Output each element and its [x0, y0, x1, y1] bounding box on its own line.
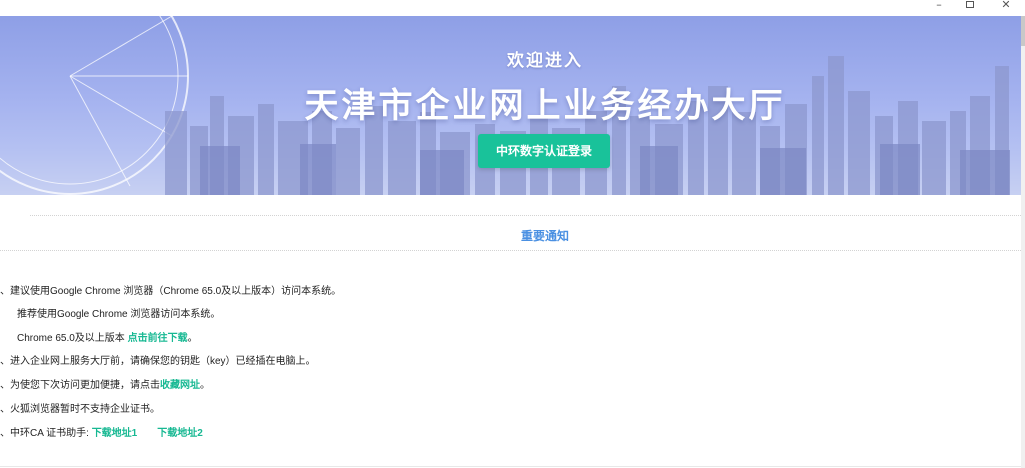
notice-item: 、为使您下次访问更加便捷，请点击收藏网址。 [0, 376, 210, 391]
notice-item: Chrome 65.0及以上版本 点击前往下载。 [17, 329, 198, 344]
welcome-heading: 欢迎进入 [507, 51, 583, 70]
digital-cert-login-button[interactable]: 中环数字认证登录 [478, 134, 610, 168]
maximize-icon[interactable] [956, 0, 984, 14]
download-link-2[interactable]: 下载地址2 [157, 428, 203, 439]
header-banner: 欢迎进入 天津市企业网上业务经办大厅 中环数字认证登录 [0, 16, 1021, 195]
notice-text: 、进入企业网上服务大厅前，请确保您的钥匙（key）已经插在电脑上。 [0, 356, 316, 367]
window-titlebar: – ✕ [0, 0, 1025, 16]
notice-item: 、建议使用Google Chrome 浏览器（Chrome 65.0及以上版本）… [0, 282, 341, 297]
minimize-icon[interactable]: – [925, 0, 953, 14]
bottom-divider [0, 466, 1021, 467]
notice-text: 。 [200, 380, 210, 391]
divider [30, 215, 1021, 216]
notice-text: 、建议使用Google Chrome 浏览器（Chrome 65.0及以上版本）… [0, 286, 342, 297]
close-icon[interactable]: ✕ [992, 0, 1020, 14]
notice-text: Chrome 65.0及以上版本 [17, 333, 128, 344]
notice-item: 、火狐浏览器暂时不支持企业证书。 [0, 400, 160, 415]
notice-item: 推荐使用Google Chrome 浏览器访问本系统。 [17, 305, 220, 320]
page-title: 天津市企业网上业务经办大厅 [304, 87, 786, 125]
notice-text: 。 [187, 333, 198, 344]
notice-title: 重要通知 [520, 229, 569, 243]
chrome-download-link[interactable]: 点击前往下载 [128, 333, 188, 344]
vertical-scrollbar-thumb[interactable] [1021, 16, 1025, 46]
notice-item: 、进入企业网上服务大厅前，请确保您的钥匙（key）已经插在电脑上。 [0, 352, 316, 367]
bookmark-link[interactable]: 收藏网址 [160, 380, 200, 391]
divider [0, 250, 1021, 251]
notice-text: 、火狐浏览器暂时不支持企业证书。 [0, 404, 160, 415]
notice-text: 推荐使用Google Chrome 浏览器访问本系统。 [17, 309, 221, 320]
notice-item: 、中环CA 证书助手: 下载地址1 下载地址2 [0, 424, 203, 439]
download-link-1[interactable]: 下载地址1 [92, 428, 138, 439]
notice-text: 、中环CA 证书助手: [0, 428, 92, 439]
notice-text: 、为使您下次访问更加便捷，请点击 [0, 380, 160, 391]
